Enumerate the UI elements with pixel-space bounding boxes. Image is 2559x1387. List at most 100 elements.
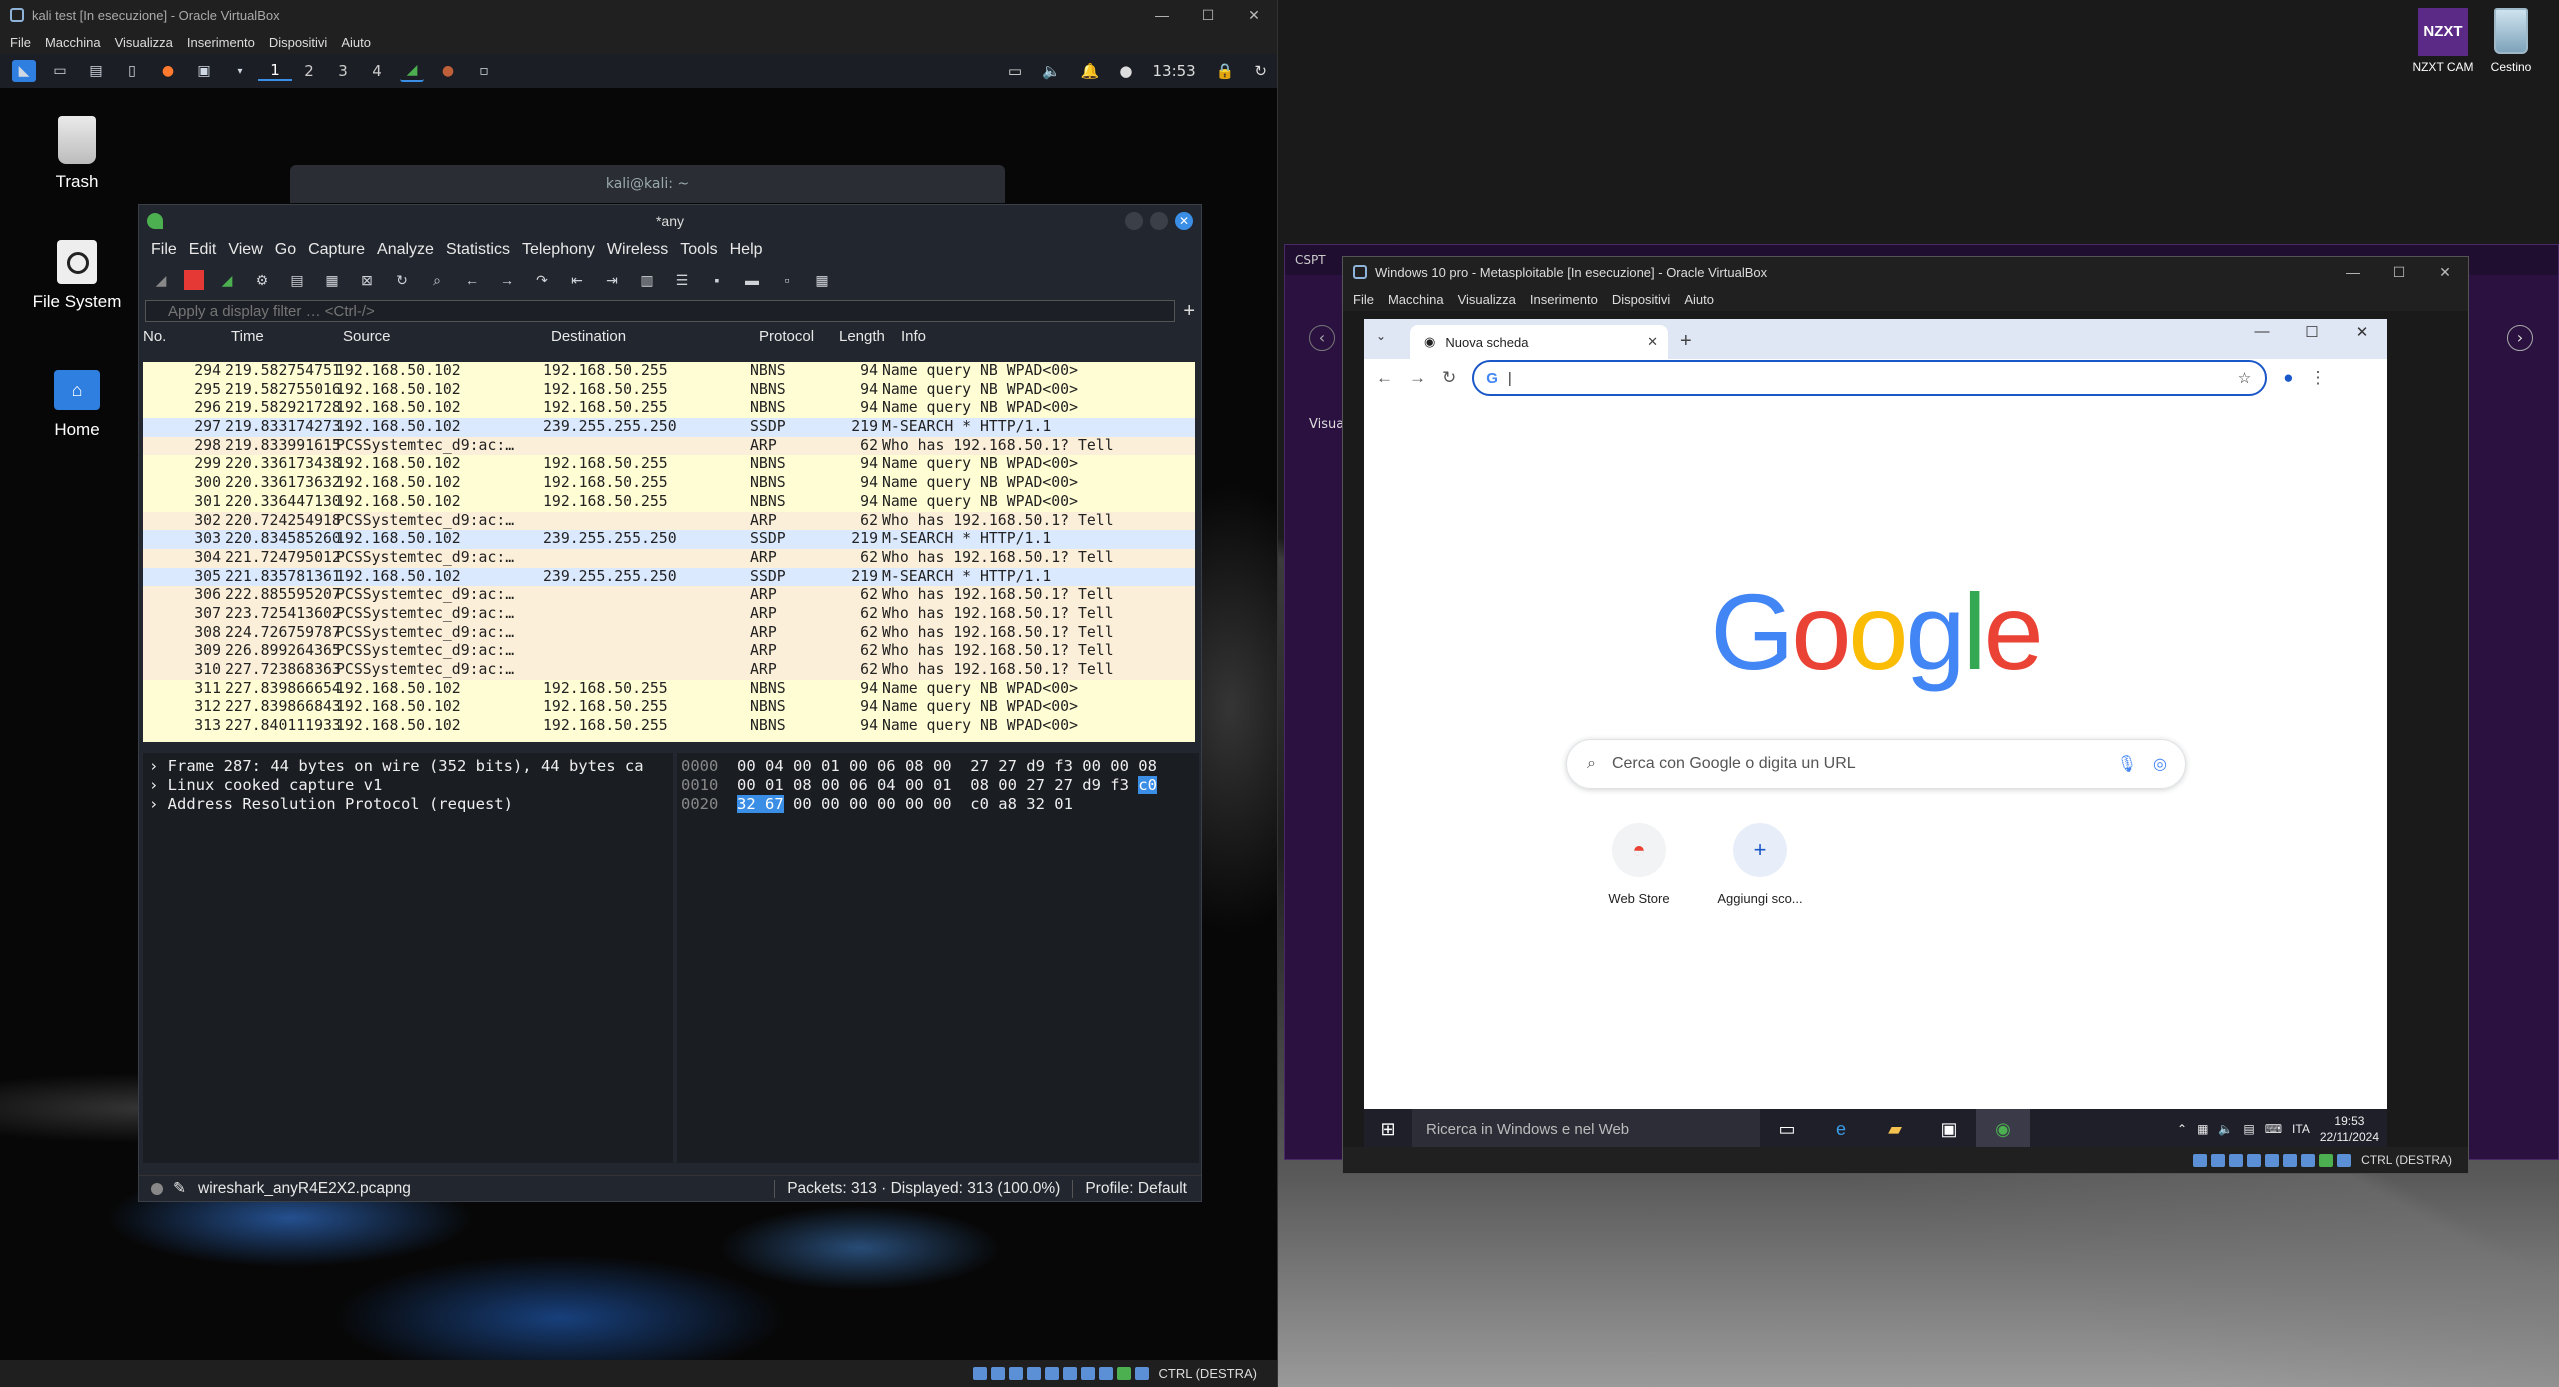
column-protocol[interactable]: Protocol xyxy=(759,328,839,345)
column-length[interactable]: Length xyxy=(839,328,901,345)
volume-icon[interactable]: 🔈 xyxy=(1042,62,1061,80)
text-editor-icon[interactable]: ▯ xyxy=(120,60,144,82)
workspace-2[interactable]: 2 xyxy=(292,62,326,80)
keyboard-icon[interactable]: ⌨ xyxy=(2265,1122,2282,1136)
taskbar-search[interactable]: Ricerca in Windows e nel Web xyxy=(1412,1109,1760,1149)
firefox-icon[interactable]: ● xyxy=(156,60,180,82)
packet-row[interactable]: 305 221.835781361 192.168.50.102 239.255.25… xyxy=(143,567,1195,587)
ws-menu-telephony[interactable]: Telephony xyxy=(522,241,595,259)
menu-aiuto[interactable]: Aiuto xyxy=(341,35,371,50)
volume-icon[interactable]: 🔈 xyxy=(2218,1122,2233,1136)
ws-menu-edit[interactable]: Edit xyxy=(189,241,217,259)
add-filter-button[interactable]: + xyxy=(1183,300,1195,323)
menu-inserimento[interactable]: Inserimento xyxy=(1530,292,1598,307)
profile-label[interactable]: Profile: Default xyxy=(1085,1180,1187,1198)
chevron-down-icon[interactable]: ▾ xyxy=(228,60,252,82)
terminal-window-titlebar[interactable]: kali@kali: ~ xyxy=(290,165,1005,203)
task-view-icon[interactable]: ▭ xyxy=(1760,1119,1814,1140)
vbox-kali-titlebar[interactable]: kali test [In esecuzione] - Oracle Virtu… xyxy=(0,0,1277,30)
close-icon[interactable]: ✕ xyxy=(1231,7,1277,24)
workspace-1[interactable]: 1 xyxy=(258,61,292,81)
stop-capture-icon[interactable] xyxy=(184,270,204,290)
close-icon[interactable]: ✕ xyxy=(2337,323,2387,341)
display-filter-input[interactable] xyxy=(145,300,1176,322)
bell-icon[interactable]: 🔔 xyxy=(1081,62,1100,80)
desktop-icon-filesystem[interactable]: File System xyxy=(22,240,132,312)
resize-columns-icon[interactable]: ▦ xyxy=(810,268,834,292)
packet-row[interactable]: 304 221.724795012 PCSSystemtec_d9:ac:… ARP 6… xyxy=(143,548,1195,568)
packet-row[interactable]: 294 219.582754751 192.168.50.102 192.168.50… xyxy=(143,362,1195,381)
packet-row[interactable]: 295 219.582755016 192.168.50.102 192.168.50… xyxy=(143,380,1195,400)
menu-macchina[interactable]: Macchina xyxy=(45,35,101,50)
wireshark-titlebar[interactable]: *any ✕ xyxy=(139,205,1201,237)
column-no[interactable]: No. xyxy=(143,328,231,345)
close-icon[interactable]: ✕ xyxy=(1175,212,1193,230)
wireshark-task-icon[interactable]: ◢ xyxy=(400,60,424,82)
ws-menu-wireless[interactable]: Wireless xyxy=(607,241,668,259)
workspace-4[interactable]: 4 xyxy=(360,62,394,80)
restart-capture-icon[interactable]: ◢ xyxy=(215,268,239,292)
menu-visualizza[interactable]: Visualizza xyxy=(1458,292,1516,307)
column-destination[interactable]: Destination xyxy=(551,328,759,345)
menu-kebab-icon[interactable]: ⋮ xyxy=(2310,368,2327,388)
taskbar-clock[interactable]: 19:53 22/11/2024 xyxy=(2320,1113,2379,1145)
packet-details-pane[interactable]: › Frame 287: 44 bytes on wire (352 bits)… xyxy=(143,753,673,1163)
packet-row[interactable]: 309 226.899264365 PCSSystemtec_d9:ac:… ARP 6… xyxy=(143,642,1195,661)
desktop-icon-home[interactable]: ⌂ Home xyxy=(22,370,132,440)
open-file-icon[interactable]: ▤ xyxy=(285,268,309,292)
store-icon[interactable]: ▣ xyxy=(1922,1119,1976,1140)
save-file-icon[interactable]: ▦ xyxy=(320,268,344,292)
tray-chevron-up-icon[interactable]: ⌃ xyxy=(2177,1122,2187,1136)
ws-menu-go[interactable]: Go xyxy=(275,241,296,259)
packet-row[interactable]: 311 227.839866654 192.168.50.102 192.168.50… xyxy=(143,679,1195,699)
minimize-icon[interactable]: — xyxy=(2237,323,2287,341)
menu-file[interactable]: File xyxy=(10,35,31,50)
file-manager-icon[interactable]: ▤ xyxy=(84,60,108,82)
packet-row[interactable]: 313 227.840111933 192.168.50.102 192.168.50… xyxy=(143,717,1195,736)
zoom-out-icon[interactable]: ▬ xyxy=(740,268,764,292)
chrome-tab-new[interactable]: ◉ Nuova scheda ✕ xyxy=(1410,325,1668,359)
back-icon[interactable]: ← xyxy=(1376,368,1393,388)
back-icon[interactable]: ← xyxy=(460,268,484,292)
packet-row[interactable]: 300 220.336173632 192.168.50.102 192.168.50… xyxy=(143,474,1195,493)
host-icon-recycle-bin[interactable]: Cestino xyxy=(2466,8,2556,74)
packet-row[interactable]: 296 219.582921728 192.168.50.102 192.168.50… xyxy=(143,399,1195,419)
new-tab-button[interactable]: + xyxy=(1680,330,1692,353)
minimize-icon[interactable]: — xyxy=(1139,7,1185,24)
ws-menu-file[interactable]: File xyxy=(151,241,177,259)
terminal-task-icon[interactable]: ▫ xyxy=(472,60,496,82)
screen-icon[interactable]: ▭ xyxy=(1008,62,1022,80)
address-bar[interactable]: G | ☆ xyxy=(1472,360,2268,396)
detail-row[interactable]: › Frame 287: 44 bytes on wire (352 bits)… xyxy=(149,757,667,776)
chrome-taskbar-icon[interactable]: ◉ xyxy=(1976,1109,2030,1149)
chevron-right-icon[interactable]: › xyxy=(2507,325,2533,351)
ws-menu-capture[interactable]: Capture xyxy=(308,241,365,259)
file-explorer-icon[interactable]: ▰ xyxy=(1868,1119,1922,1140)
last-packet-icon[interactable]: ⇥ xyxy=(600,268,624,292)
minimize-icon[interactable] xyxy=(1125,212,1143,230)
first-packet-icon[interactable]: ⇤ xyxy=(565,268,589,292)
packet-row[interactable]: 307 223.725413602 PCSSystemtec_d9:ac:… ARP 6… xyxy=(143,604,1195,624)
packet-row[interactable]: 312 227.839866843 192.168.50.102 192.168.50… xyxy=(143,698,1195,718)
power-icon[interactable]: ● xyxy=(1119,62,1132,80)
close-icon[interactable]: ✕ xyxy=(2422,264,2468,281)
menu-visualizza[interactable]: Visualizza xyxy=(115,35,173,50)
column-source[interactable]: Source xyxy=(343,328,551,345)
ws-menu-tools[interactable]: Tools xyxy=(680,241,717,259)
network-icon[interactable]: ▦ xyxy=(2197,1122,2208,1136)
windows-start-icon[interactable]: ⊞ xyxy=(1364,1119,1412,1140)
menu-aiuto[interactable]: Aiuto xyxy=(1684,292,1714,307)
chevron-left-icon[interactable]: ‹ xyxy=(1309,325,1335,351)
edge-icon[interactable]: e xyxy=(1814,1119,1868,1140)
maximize-icon[interactable]: ☐ xyxy=(1185,7,1231,24)
packet-row[interactable]: 310 227.723868363 PCSSystemtec_d9:ac:… ARP 6… xyxy=(143,661,1195,680)
menu-dispositivi[interactable]: Dispositivi xyxy=(269,35,328,50)
desktop-icon-trash[interactable]: Trash xyxy=(22,116,132,192)
packet-row[interactable]: 303 220.834585260 192.168.50.102 239.255.25… xyxy=(143,530,1195,549)
packet-row[interactable]: 297 219.833174273 192.168.50.102 239.255.25… xyxy=(143,418,1195,437)
packet-row[interactable]: 298 219.833991615 PCSSystemtec_d9:ac:… ARP 6… xyxy=(143,436,1195,456)
find-icon[interactable]: ⌕ xyxy=(425,268,449,292)
ws-menu-statistics[interactable]: Statistics xyxy=(446,241,510,259)
ws-menu-help[interactable]: Help xyxy=(730,241,763,259)
close-file-icon[interactable]: ⊠ xyxy=(355,268,379,292)
